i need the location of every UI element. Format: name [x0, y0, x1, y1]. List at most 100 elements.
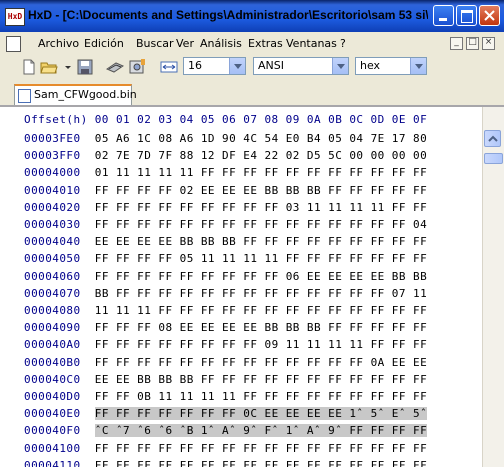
row-bytes[interactable]: 02 7E 7D 7F 88 12 DF E4 22 02 D5 5C 00 0… — [95, 149, 427, 162]
row-bytes[interactable]: FF FF FF FF FF FF FF 0C EE EE EE EE 1ˆ 5… — [94, 407, 428, 421]
ram-memory-icon[interactable] — [106, 58, 124, 76]
table-row[interactable]: 00004000 01 11 11 11 11 FF FF FF FF FF F… — [24, 166, 427, 179]
mdi-minimize-button[interactable]: _ — [450, 37, 463, 50]
close-button[interactable] — [479, 5, 500, 26]
menu-edicion[interactable]: Edición — [84, 37, 124, 50]
table-row[interactable]: 000040F0 ˆC ˆ7 ˆ6 ˆ6 ˆB 1ˆ Aˆ 9ˆ Fˆ 1ˆ A… — [24, 424, 428, 438]
table-row[interactable]: 00004040 EE EE EE EE BB BB BB FF FF FF F… — [24, 235, 427, 248]
table-row[interactable]: 000040B0 FF FF FF FF FF FF FF FF FF FF F… — [24, 356, 427, 369]
menu-ventanas[interactable]: Ventanas — [286, 37, 337, 50]
chevron-down-icon[interactable] — [229, 58, 245, 74]
row-offset: 00004090 — [24, 321, 81, 335]
document-icon[interactable] — [6, 36, 21, 52]
table-row[interactable]: 00004050 FF FF FF FF 05 11 11 11 11 FF F… — [24, 252, 427, 265]
row-offset: 00004000 — [24, 166, 81, 180]
row-bytes[interactable]: BB FF FF FF FF FF FF FF FF FF FF FF FF F… — [95, 287, 427, 300]
table-row[interactable]: 00003FF0 02 7E 7D 7F 88 12 DF E4 22 02 D… — [24, 149, 427, 162]
bytes-per-row-icon — [160, 61, 178, 73]
row-bytes[interactable]: FF FF FF FF FF FF FF FF FF FF FF FF FF F… — [95, 459, 427, 467]
table-row[interactable]: 00003FE0 05 A6 1C 08 A6 1D 90 4C 54 E0 B… — [24, 132, 427, 145]
row-bytes[interactable]: FF FF FF FF FF FF FF FF FF FF FF FF FF F… — [95, 442, 427, 455]
row-offset: 00004040 — [24, 235, 81, 249]
row-bytes[interactable]: FF FF FF FF 02 EE EE EE BB BB BB FF FF F… — [95, 184, 427, 197]
table-row[interactable]: 00004010 FF FF FF FF 02 EE EE EE BB BB B… — [24, 184, 427, 197]
row-bytes[interactable]: ˆC ˆ7 ˆ6 ˆ6 ˆB 1ˆ Aˆ 9ˆ Fˆ 1ˆ Aˆ 9ˆ FF F… — [94, 424, 428, 438]
row-bytes[interactable]: 05 A6 1C 08 A6 1D 90 4C 54 E0 B4 05 04 7… — [95, 132, 427, 145]
window-title: HxD - [C:\Documents and Settings\Adminis… — [28, 8, 428, 22]
menu-buscar[interactable]: Buscar — [136, 37, 174, 50]
table-row[interactable]: 00004070 BB FF FF FF FF FF FF FF FF FF F… — [24, 287, 427, 300]
row-bytes[interactable]: FF FF FF FF FF FF FF FF FF FF FF FF FF 0… — [95, 356, 427, 369]
maximize-button[interactable] — [456, 5, 477, 26]
mdi-restore-button[interactable]: □ — [466, 37, 479, 50]
table-row[interactable]: 00004060 FF FF FF FF FF FF FF FF FF 06 E… — [24, 270, 427, 283]
table-row[interactable]: 000040A0 FF FF FF FF FF FF FF FF 09 11 1… — [24, 338, 427, 351]
table-row[interactable]: 00004100 FF FF FF FF FF FF FF FF FF FF F… — [24, 442, 427, 455]
chevron-up-icon — [488, 135, 498, 142]
row-offset: 00004030 — [24, 218, 81, 231]
close-icon — [484, 10, 495, 21]
minimize-button[interactable] — [433, 5, 454, 26]
row-offset: 00004010 — [24, 183, 81, 197]
row-bytes[interactable]: FF FF FF FF FF FF FF FF FF 03 11 11 11 1… — [95, 201, 427, 214]
charset-select[interactable]: ANSI — [253, 57, 349, 75]
table-row[interactable]: 00004020 FF FF FF FF FF FF FF FF FF 03 1… — [24, 201, 427, 214]
row-bytes[interactable]: FF FF FF FF FF FF FF FF 09 11 11 11 11 F… — [95, 338, 427, 351]
menu-archivo[interactable]: Archivo — [38, 37, 79, 50]
bytes-per-row-select[interactable]: 16 — [183, 57, 246, 75]
row-offset: 000040F0 — [24, 424, 81, 438]
row-bytes[interactable]: FF FF 0B 11 11 11 11 FF FF FF FF FF FF F… — [95, 390, 427, 403]
table-row[interactable]: 000040C0 EE EE BB BB BB FF FF FF FF FF F… — [24, 373, 427, 386]
row-bytes[interactable]: FF FF FF FF FF FF FF FF FF 06 EE EE EE E… — [95, 270, 427, 283]
scroll-thumb[interactable] — [484, 153, 503, 164]
mdi-close-button[interactable]: × — [482, 37, 495, 50]
row-offset: 00004050 — [24, 252, 81, 266]
row-bytes[interactable]: FF FF FF 08 EE EE EE EE BB BB BB FF FF F… — [95, 321, 427, 334]
column-header: Offset(h) 00 01 02 03 04 05 06 07 08 09 … — [24, 113, 428, 126]
table-row[interactable]: 00004090 FF FF FF 08 EE EE EE EE BB BB B… — [24, 321, 427, 334]
minimize-icon — [439, 18, 447, 21]
offset-base-select[interactable]: hex — [355, 57, 427, 75]
row-bytes[interactable]: EE EE EE EE BB BB BB FF FF FF FF FF FF F… — [95, 235, 427, 248]
new-file-icon[interactable] — [20, 58, 38, 76]
offset-base-value: hex — [360, 59, 381, 72]
maximize-icon — [461, 10, 473, 23]
hex-editor[interactable]: Offset(h) 00 01 02 03 04 05 06 07 08 09 … — [0, 107, 504, 467]
menu-ver[interactable]: Ver — [176, 37, 194, 50]
chevron-down-icon[interactable] — [332, 58, 348, 74]
menu-help[interactable]: ? — [340, 37, 346, 50]
row-offset: 00004060 — [24, 269, 81, 283]
row-offset: 00004110 — [24, 458, 81, 467]
row-offset: 000040D0 — [24, 390, 81, 403]
table-row[interactable]: 000040D0 FF FF 0B 11 11 11 11 FF FF FF F… — [24, 390, 427, 403]
save-disk-icon[interactable] — [76, 58, 94, 76]
menu-analisis[interactable]: Análisis — [200, 37, 242, 50]
table-row[interactable]: 00004030 FF FF FF FF FF FF FF FF FF FF F… — [24, 218, 427, 231]
chevron-down-icon[interactable] — [410, 58, 426, 74]
row-bytes[interactable]: 01 11 11 11 11 FF FF FF FF FF FF FF FF F… — [95, 166, 427, 179]
tab-label[interactable]: Sam_CFWgood.bin — [34, 88, 137, 101]
row-bytes[interactable]: FF FF FF FF FF FF FF FF FF FF FF FF FF F… — [95, 218, 427, 231]
row-offset: 00003FE0 — [24, 132, 81, 145]
hxd-app-icon[interactable]: HxD — [5, 8, 25, 26]
menu-extras[interactable]: Extras — [248, 37, 283, 50]
table-row[interactable]: 00004110 FF FF FF FF FF FF FF FF FF FF F… — [24, 459, 427, 467]
table-row[interactable]: 00004080 11 11 11 FF FF FF FF FF FF FF F… — [24, 304, 427, 317]
scroll-up-button[interactable] — [484, 130, 501, 147]
open-dropdown-arrow-icon[interactable] — [59, 58, 77, 76]
bytes-per-row-value: 16 — [188, 59, 202, 72]
row-offset: 000040E0 — [24, 407, 81, 421]
table-row[interactable]: 000040E0 FF FF FF FF FF FF FF 0C EE EE E… — [24, 407, 428, 421]
open-folder-icon[interactable] — [40, 58, 58, 76]
row-offset: 000040A0 — [24, 338, 81, 352]
row-bytes[interactable]: 11 11 11 FF FF FF FF FF FF FF FF FF FF F… — [95, 304, 427, 317]
row-offset: 00004080 — [24, 304, 81, 317]
row-offset: 00004070 — [24, 286, 81, 300]
row-offset: 000040C0 — [24, 372, 81, 386]
row-bytes[interactable]: FF FF FF FF 05 11 11 11 11 FF FF FF FF F… — [95, 252, 427, 265]
row-bytes[interactable]: EE EE BB BB BB FF FF FF FF FF FF FF FF F… — [95, 373, 427, 386]
file-tab-icon — [18, 89, 31, 103]
row-offset: 00004020 — [24, 200, 81, 214]
row-offset: 000040B0 — [24, 355, 81, 369]
disk-drive-icon[interactable] — [128, 58, 146, 76]
